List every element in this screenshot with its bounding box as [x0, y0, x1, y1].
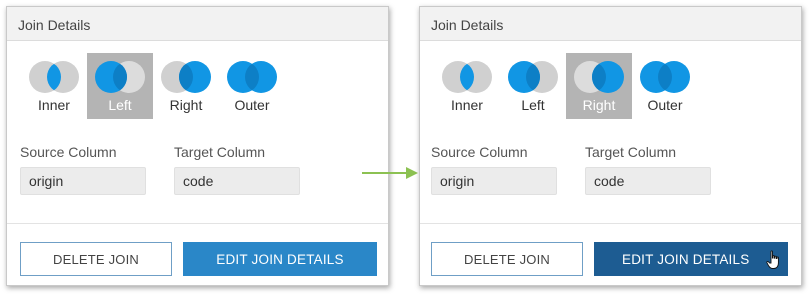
target-column-label: Target Column [585, 144, 677, 160]
arrow-right-icon [362, 167, 418, 179]
source-column-input[interactable] [20, 167, 146, 195]
target-column-input[interactable] [174, 167, 300, 195]
panel-header: Join Details [7, 7, 388, 41]
venn-outer-icon [640, 61, 690, 93]
join-label-inner: Inner [451, 97, 483, 113]
venn-outer-icon [227, 61, 277, 93]
join-option-outer[interactable]: Outer [632, 53, 698, 119]
footer-divider [7, 223, 388, 224]
edit-join-details-button[interactable]: EDIT JOIN DETAILS [183, 242, 377, 276]
join-label-right: Right [582, 97, 616, 113]
panel-title: Join Details [431, 17, 504, 33]
venn-inner-icon [29, 61, 79, 93]
target-column-label: Target Column [174, 144, 266, 160]
join-option-left[interactable]: Left [500, 53, 566, 119]
join-label-outer: Outer [234, 97, 270, 113]
source-column-label: Source Column [20, 144, 117, 160]
join-label-left: Left [521, 97, 545, 113]
edit-join-details-button[interactable]: EDIT JOIN DETAILS [594, 242, 788, 276]
venn-left-icon [508, 61, 558, 93]
source-column-input[interactable] [431, 167, 557, 195]
join-details-panel-after: Join Details Inner Left Right Outer Sour… [419, 6, 802, 286]
panel-title: Join Details [18, 17, 91, 33]
hand-pointer-icon [766, 250, 779, 269]
join-option-left[interactable]: Left [87, 53, 153, 119]
venn-right-icon [161, 61, 211, 93]
join-label-left: Left [108, 97, 132, 113]
delete-join-button[interactable]: DELETE JOIN [431, 242, 583, 276]
delete-join-button[interactable]: DELETE JOIN [20, 242, 172, 276]
venn-left-icon [95, 61, 145, 93]
venn-inner-icon [442, 61, 492, 93]
join-details-panel-before: Join Details Inner Left Right Outer Sour… [6, 6, 389, 286]
venn-right-icon [574, 61, 624, 93]
join-option-right[interactable]: Right [566, 53, 632, 119]
join-option-inner[interactable]: Inner [21, 53, 87, 119]
join-label-outer: Outer [647, 97, 683, 113]
join-label-right: Right [169, 97, 203, 113]
source-column-label: Source Column [431, 144, 528, 160]
target-column-input[interactable] [585, 167, 711, 195]
join-option-right[interactable]: Right [153, 53, 219, 119]
footer-divider [420, 223, 801, 224]
join-label-inner: Inner [38, 97, 70, 113]
panel-header: Join Details [420, 7, 801, 41]
join-option-inner[interactable]: Inner [434, 53, 500, 119]
join-option-outer[interactable]: Outer [219, 53, 285, 119]
